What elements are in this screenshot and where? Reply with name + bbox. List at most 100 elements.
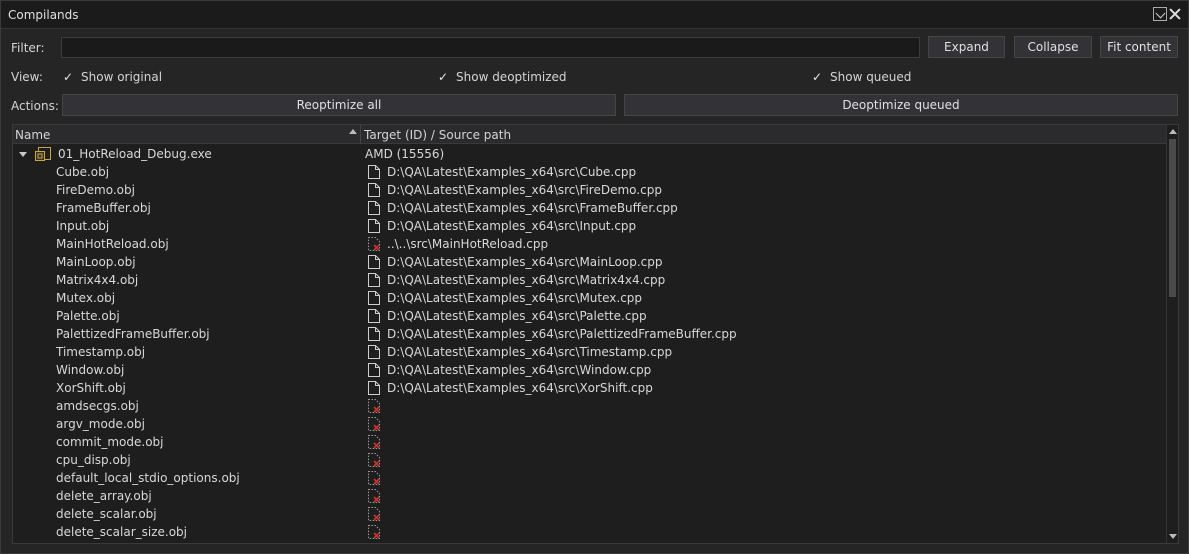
scroll-up-icon[interactable] (1169, 129, 1177, 134)
checkmark-icon: ✓ (63, 70, 74, 84)
compiland-name: PalettizedFrameBuffer.obj (56, 327, 210, 341)
compiland-name: Window.obj (56, 363, 125, 377)
column-header-target[interactable]: Target (ID) / Source path (364, 128, 511, 142)
show-original-label: Show original (81, 70, 163, 84)
show-original-checkbox[interactable]: ✓ Show original (63, 69, 162, 85)
file-icon (368, 291, 380, 305)
compiland-name: delete_array.obj (56, 489, 152, 503)
collapse-button[interactable]: Collapse (1014, 36, 1092, 58)
source-path: ..\..\src\MainHotReload.cpp (387, 237, 549, 251)
checkmark-icon: ✓ (812, 70, 823, 84)
minimize-icon[interactable] (1153, 7, 1167, 21)
source-path: D:\QA\Latest\Examples_x64\src\Mutex.cpp (387, 291, 643, 305)
tree-row[interactable]: amdsecgs.obj (13, 397, 1166, 415)
tree-row[interactable]: MainLoop.obj D:\QA\Latest\Examples_x64\sr… (13, 253, 1166, 271)
missing-file-icon (368, 435, 380, 449)
tree-rows: 01_HotReload_Debug.exe AMD (15556) Cube.… (13, 145, 1166, 541)
compiland-name: Cube.obj (56, 165, 110, 179)
compilands-tree: Name Target (ID) / Source path 01_HotRel… (12, 124, 1179, 544)
vertical-scrollbar[interactable] (1166, 125, 1178, 543)
scroll-down-icon[interactable] (1169, 534, 1177, 539)
file-icon (368, 309, 380, 323)
tree-row[interactable]: FrameBuffer.obj D:\QA\Latest\Examples_x64… (13, 199, 1166, 217)
compiland-name: commit_mode.obj (56, 435, 164, 449)
executable-icon (35, 147, 51, 161)
compiland-name: MainHotReload.obj (56, 237, 169, 251)
file-icon (368, 363, 380, 377)
tree-row[interactable]: Timestamp.obj D:\QA\Latest\Examples_x64\s… (13, 343, 1166, 361)
fit-content-button[interactable]: Fit content (1100, 36, 1178, 58)
show-queued-checkbox[interactable]: ✓ Show queued (812, 69, 911, 85)
tree-row[interactable]: PalettizedFrameBuffer.obj D:\QA\Latest\Ex… (13, 325, 1166, 343)
compiland-name: Mutex.obj (56, 291, 116, 305)
tree-row[interactable]: delete_array.obj (13, 487, 1166, 505)
compiland-name: Palette.obj (56, 309, 120, 323)
tree-row[interactable]: Mutex.obj D:\QA\Latest\Examples_x64\src\M… (13, 289, 1166, 307)
tree-row[interactable]: Cube.obj D:\QA\Latest\Examples_x64\src\Cu… (13, 163, 1166, 181)
tree-row[interactable]: argv_mode.obj (13, 415, 1166, 433)
tree-row[interactable]: FireDemo.obj D:\QA\Latest\Examples_x64\sr… (13, 181, 1166, 199)
expand-button[interactable]: Expand (928, 36, 1005, 58)
source-path: D:\QA\Latest\Examples_x64\src\FrameBuffe… (387, 201, 678, 215)
tree-row[interactable]: Window.obj D:\QA\Latest\Examples_x64\src\… (13, 361, 1166, 379)
scrollbar-thumb[interactable] (1169, 139, 1176, 297)
reoptimize-all-button[interactable]: Reoptimize all (62, 94, 616, 116)
tree-row[interactable]: delete_scalar.obj (13, 505, 1166, 523)
compiland-name: argv_mode.obj (56, 417, 145, 431)
source-path: D:\QA\Latest\Examples_x64\src\MainLoop.c… (387, 255, 663, 269)
show-deoptimized-checkbox[interactable]: ✓ Show deoptimized (438, 69, 567, 85)
file-icon (368, 345, 380, 359)
column-header: Name Target (ID) / Source path (13, 125, 1166, 144)
column-separator[interactable] (360, 125, 361, 144)
compiland-name: amdsecgs.obj (56, 399, 139, 413)
source-path: D:\QA\Latest\Examples_x64\src\Window.cpp (387, 363, 652, 377)
missing-file-icon (368, 453, 380, 467)
close-icon[interactable] (1168, 7, 1182, 21)
missing-file-icon (368, 237, 380, 251)
compilands-window: Compilands Filter: Expand Collapse Fit c… (0, 0, 1189, 554)
tree-root-target: AMD (15556) (365, 147, 445, 161)
source-path: D:\QA\Latest\Examples_x64\src\Timestamp.… (387, 345, 673, 359)
tree-row[interactable]: MainHotReload.obj ..\..\src\MainHotReload… (13, 235, 1166, 253)
source-path: D:\QA\Latest\Examples_x64\src\Palette.cp… (387, 309, 647, 323)
window-title: Compilands (8, 8, 79, 22)
tree-row[interactable]: cpu_disp.obj (13, 451, 1166, 469)
tree-root-name: 01_HotReload_Debug.exe (58, 147, 212, 161)
file-icon (368, 327, 380, 341)
source-path: D:\QA\Latest\Examples_x64\src\FireDemo.c… (387, 183, 662, 197)
filter-label: Filter: (11, 41, 45, 55)
deoptimize-queued-button[interactable]: Deoptimize queued (624, 94, 1178, 116)
compiland-name: Matrix4x4.obj (56, 273, 139, 287)
filter-input[interactable] (61, 37, 920, 58)
view-label: View: (11, 70, 43, 84)
tree-row[interactable]: commit_mode.obj (13, 433, 1166, 451)
column-header-name[interactable]: Name (15, 128, 50, 142)
expand-arrow-icon[interactable] (19, 152, 27, 157)
file-icon (368, 183, 380, 197)
file-icon (368, 273, 380, 287)
file-icon (368, 255, 380, 269)
compiland-name: FireDemo.obj (56, 183, 135, 197)
tree-root-row[interactable]: 01_HotReload_Debug.exe AMD (15556) (13, 145, 1166, 163)
compiland-name: delete_scalar_size.obj (56, 525, 188, 539)
tree-row[interactable]: Palette.obj D:\QA\Latest\Examples_x64\src… (13, 307, 1166, 325)
tree-row[interactable]: default_local_stdio_options.obj (13, 469, 1166, 487)
tree-row[interactable]: delete_scalar_size.obj (13, 523, 1166, 541)
checkmark-icon: ✓ (438, 70, 449, 84)
show-deoptimized-label: Show deoptimized (456, 70, 567, 84)
tree-row[interactable]: Input.obj D:\QA\Latest\Examples_x64\src\I… (13, 217, 1166, 235)
file-icon (368, 381, 380, 395)
tree-row[interactable]: XorShift.obj D:\QA\Latest\Examples_x64\sr… (13, 379, 1166, 397)
file-icon (368, 165, 380, 179)
compiland-name: cpu_disp.obj (56, 453, 131, 467)
missing-file-icon (368, 489, 380, 503)
tree-row[interactable]: Matrix4x4.obj D:\QA\Latest\Examples_x64\s… (13, 271, 1166, 289)
source-path: D:\QA\Latest\Examples_x64\src\Cube.cpp (387, 165, 637, 179)
compiland-name: XorShift.obj (56, 381, 126, 395)
file-icon (368, 201, 380, 215)
title-bar: Compilands (1, 1, 1188, 29)
missing-file-icon (368, 471, 380, 485)
compiland-name: MainLoop.obj (56, 255, 136, 269)
source-path: D:\QA\Latest\Examples_x64\src\XorShift.c… (387, 381, 653, 395)
file-icon (368, 219, 380, 233)
